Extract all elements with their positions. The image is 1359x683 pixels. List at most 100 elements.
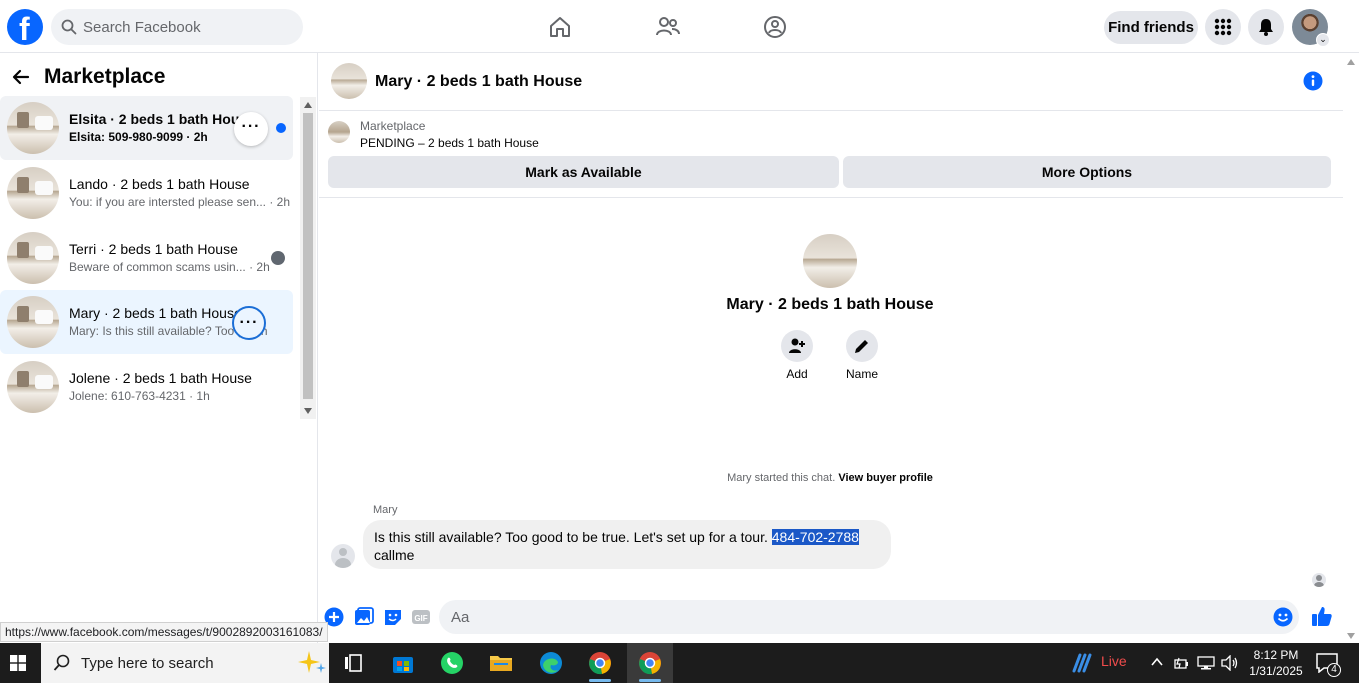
view-buyer-profile-link[interactable]: View buyer profile (838, 472, 933, 484)
conversation-sidebar: Marketplace Elsita · 2 beds 1 bath House… (0, 53, 318, 643)
page-scrollbar[interactable] (1343, 53, 1359, 643)
message-input[interactable] (451, 600, 1251, 634)
divider (319, 197, 1343, 198)
sidebar-scrollbar[interactable] (300, 97, 316, 419)
add-person-icon (789, 338, 805, 353)
pencil-icon (855, 340, 868, 353)
sender-avatar[interactable] (331, 544, 355, 568)
chat-title[interactable]: Mary · 2 beds 1 bath House (375, 73, 582, 91)
scrollbar-thumb[interactable] (303, 113, 313, 399)
gif-icon[interactable]: GIF (411, 607, 431, 627)
listing-thumbnail[interactable] (331, 63, 367, 99)
listing-status: PENDING – 2 beds 1 bath House (360, 136, 539, 150)
listing-thumbnail (7, 232, 59, 284)
find-friends-button[interactable]: Find friends (1104, 11, 1198, 44)
message-input-box[interactable] (439, 600, 1299, 634)
thumbs-up-icon[interactable] (1311, 605, 1333, 627)
edge-icon (540, 652, 562, 674)
name-label: Name (845, 367, 878, 381)
system-clock[interactable]: 8:12 PM 1/31/2025 (1246, 647, 1306, 679)
unread-indicator (276, 123, 286, 133)
top-navigation-bar: f Find friends ⌄ (0, 0, 1359, 53)
chrome-app-active[interactable] (627, 643, 673, 683)
chat-panel: Mary · 2 beds 1 bath House Marketplace P… (319, 53, 1343, 643)
scroll-up-arrow-icon[interactable] (1347, 59, 1355, 65)
conversation-preview: Jolene: 610-763-4231 · 1h (69, 389, 210, 403)
name-button[interactable] (846, 330, 878, 362)
taskbar-search-text: Type here to search (81, 655, 214, 672)
windows-taskbar: Type here to search Live 8:12 PM 1/31/20… (0, 643, 1359, 683)
more-options-button[interactable]: ··· (232, 306, 266, 340)
sender-name: Mary (373, 504, 398, 516)
conversation-item[interactable]: Mary · 2 beds 1 bath House Mary: Is this… (0, 290, 293, 354)
listing-thumbnail (7, 361, 59, 413)
conversation-title: Mary · 2 beds 1 bath House (69, 305, 242, 321)
conversation-item[interactable]: Lando · 2 beds 1 bath House You: if you … (0, 161, 293, 225)
conversation-item[interactable]: Jolene · 2 beds 1 bath House Jolene: 610… (0, 355, 293, 419)
chrome-icon (589, 652, 611, 675)
friends-icon[interactable] (655, 14, 681, 40)
store-app[interactable] (380, 643, 426, 683)
message-phone-selected[interactable]: 484-702-2788 (771, 529, 859, 545)
back-arrow-icon[interactable] (12, 68, 30, 86)
chrome-app[interactable] (577, 643, 623, 683)
listing-thumbnail (328, 121, 350, 143)
task-view-icon (345, 654, 362, 672)
chat-start-notice: Mary started this chat. View buyer profi… (319, 472, 1341, 484)
link-preview-url: https://www.facebook.com/messages/t/9002… (0, 622, 328, 642)
search-box[interactable] (51, 9, 303, 45)
network-icon[interactable] (1197, 655, 1215, 671)
bell-icon (1259, 19, 1273, 36)
chevron-down-icon: ⌄ (1316, 33, 1330, 47)
live-cricket-icon[interactable] (1070, 651, 1094, 675)
scroll-up-arrow-icon[interactable] (304, 102, 312, 108)
add-button[interactable] (781, 330, 813, 362)
edge-browser-app[interactable] (528, 643, 574, 683)
photo-icon[interactable] (354, 607, 374, 627)
listing-thumbnail-large (803, 234, 857, 288)
conversation-preview: You: if you are intersted please sen... … (69, 195, 291, 209)
volume-icon[interactable] (1221, 655, 1239, 671)
menu-button[interactable] (1205, 9, 1241, 45)
windows-start-icon[interactable] (10, 655, 26, 671)
file-explorer-app[interactable] (478, 643, 524, 683)
live-label[interactable]: Live (1101, 653, 1127, 669)
taskbar-search[interactable]: Type here to search (41, 643, 329, 683)
message-text: Is this still available? Too good to be … (374, 529, 772, 545)
folder-icon (490, 656, 512, 671)
battery-icon[interactable] (1173, 655, 1189, 671)
search-icon (53, 654, 70, 671)
notifications-button[interactable] (1248, 9, 1284, 45)
chrome-icon (639, 652, 661, 675)
conversation-title: Lando · 2 beds 1 bath House (69, 176, 250, 192)
started-text: Mary started this chat. (727, 472, 836, 484)
notification-count-badge: 4 (1327, 663, 1341, 677)
info-icon[interactable] (1303, 71, 1323, 91)
menu-grid-icon (1214, 18, 1232, 36)
read-receipt-avatar (271, 251, 285, 265)
store-icon (393, 657, 413, 673)
add-label: Add (786, 367, 808, 381)
emoji-icon[interactable] (1273, 607, 1293, 627)
more-options-button[interactable]: More Options (843, 156, 1331, 188)
marketplace-label: Marketplace (360, 119, 426, 133)
scroll-down-arrow-icon[interactable] (1347, 633, 1355, 639)
scroll-down-arrow-icon[interactable] (304, 408, 312, 414)
message-bubble[interactable]: Is this still available? Too good to be … (363, 520, 891, 569)
whatsapp-icon (441, 652, 463, 674)
search-input[interactable] (83, 9, 293, 45)
groups-icon[interactable] (762, 14, 788, 40)
mark-as-available-button[interactable]: Mark as Available (328, 156, 839, 188)
conversation-item[interactable]: Terri · 2 beds 1 bath House Beware of co… (0, 226, 293, 290)
clock-date: 1/31/2025 (1249, 664, 1303, 678)
task-view-button[interactable] (330, 643, 376, 683)
facebook-logo-icon[interactable]: f (7, 9, 43, 47)
more-options-button[interactable]: ··· (234, 112, 268, 146)
whatsapp-app[interactable] (429, 643, 475, 683)
sticker-icon[interactable] (383, 607, 403, 627)
profile-avatar[interactable]: ⌄ (1292, 9, 1330, 47)
home-icon[interactable] (547, 14, 573, 40)
chevron-up-icon[interactable] (1151, 657, 1163, 667)
conversation-title: Terri · 2 beds 1 bath House (69, 241, 238, 257)
conversation-item[interactable]: Elsita · 2 beds 1 bath House Elsita: 509… (0, 96, 293, 160)
